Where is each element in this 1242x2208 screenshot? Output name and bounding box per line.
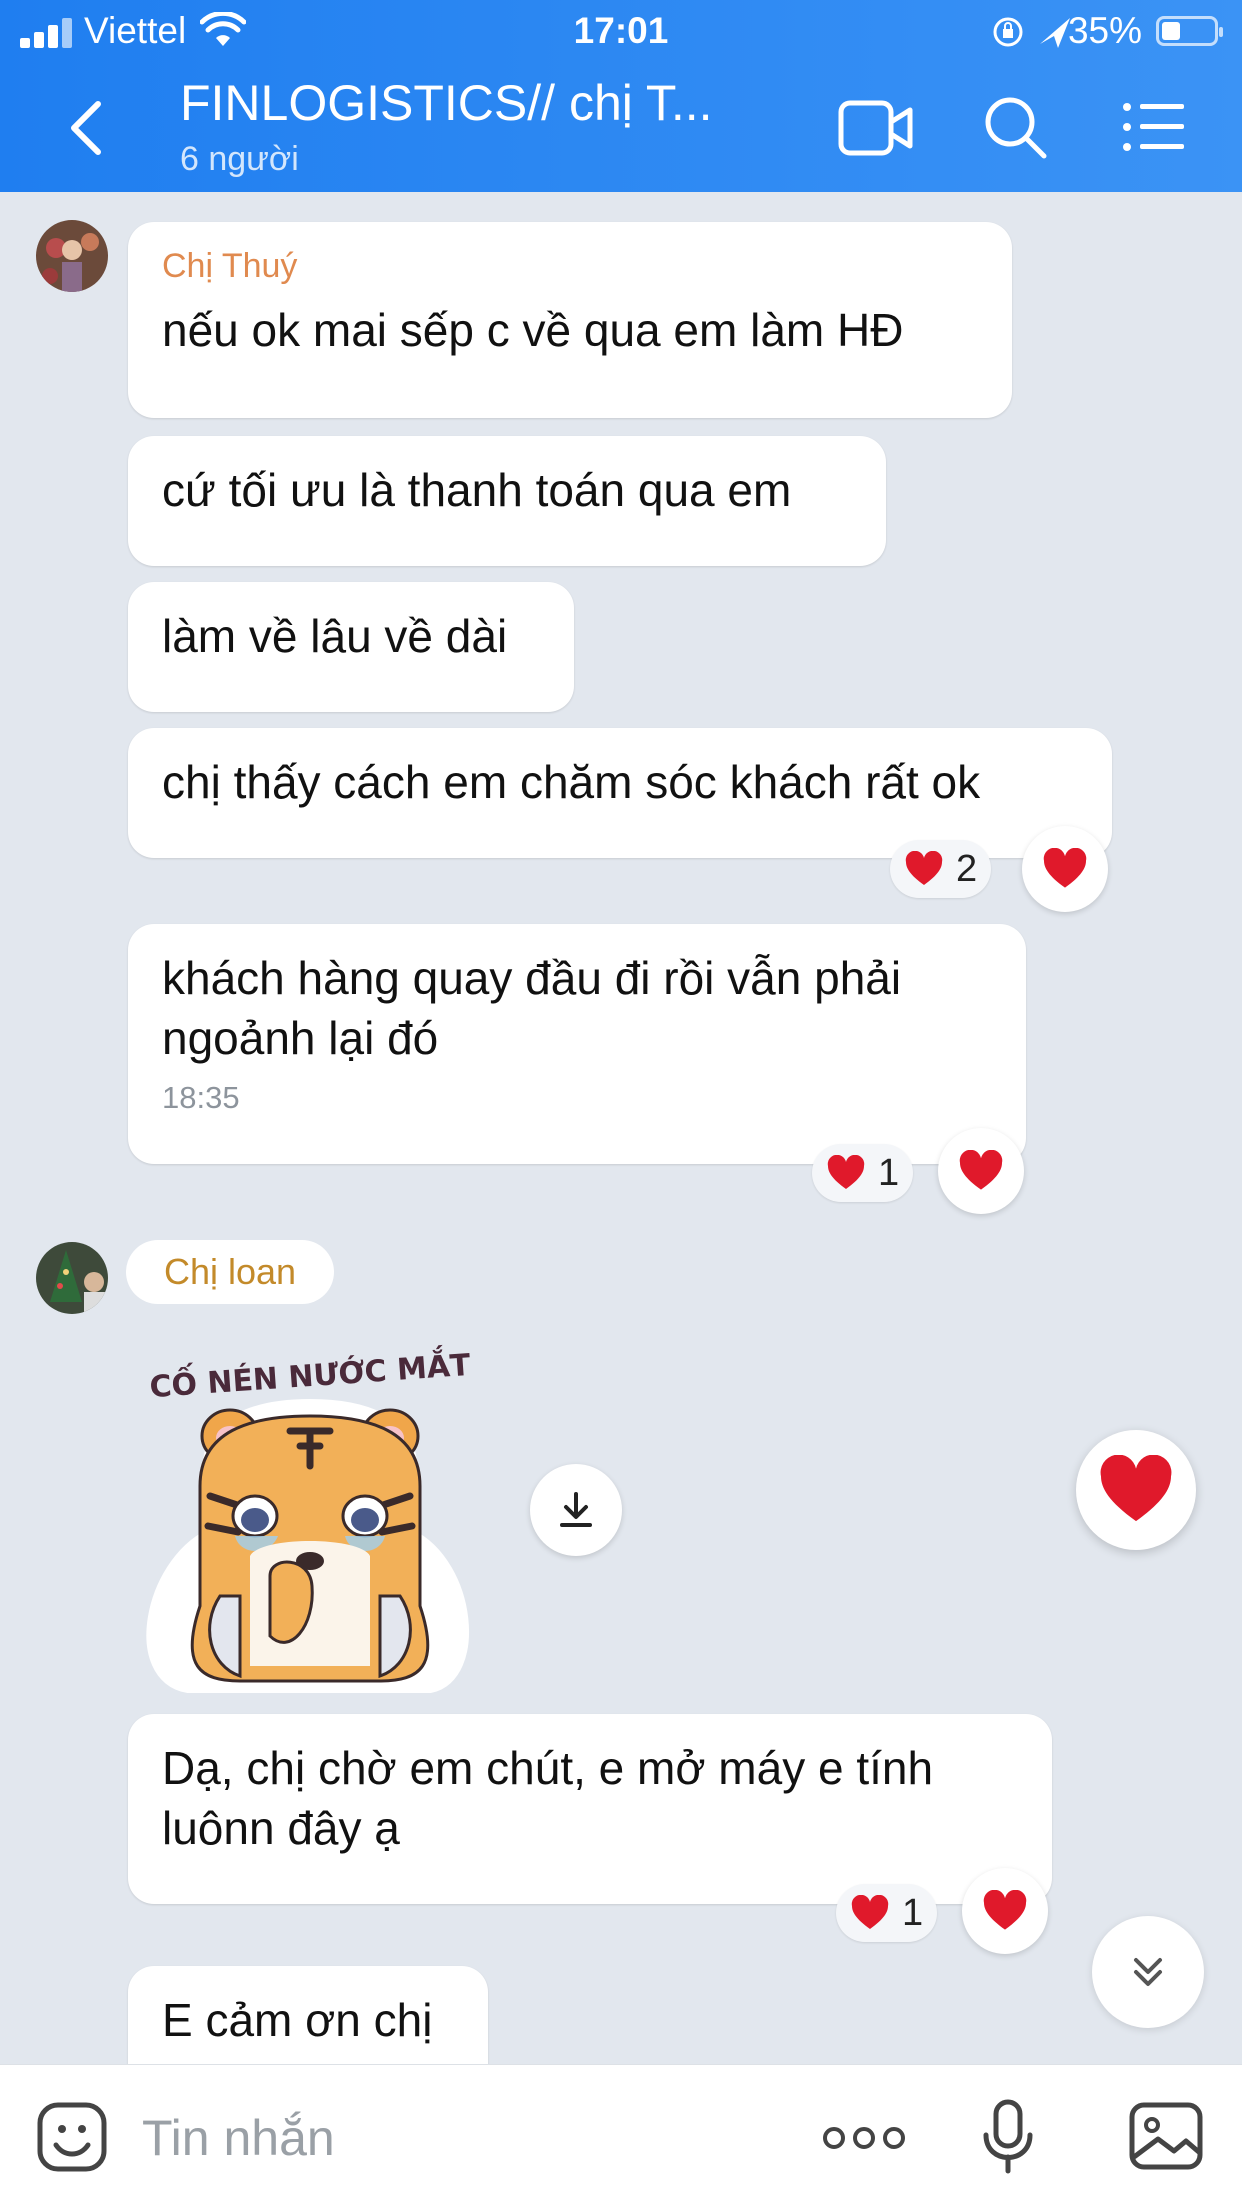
heart-icon <box>1100 1455 1172 1522</box>
sender-name: Chị loan <box>126 1240 335 1304</box>
reaction-count: 1 <box>878 1151 900 1194</box>
message-time: 18:35 <box>162 1080 240 1115</box>
sticker-emoji-icon[interactable] <box>36 2101 108 2173</box>
react-button[interactable] <box>1022 826 1108 912</box>
message-text: làm về lâu về dài <box>162 610 508 662</box>
heart-icon <box>1043 848 1087 888</box>
search-icon[interactable] <box>982 94 1048 160</box>
message-bubble[interactable]: chị thấy cách em chăm sóc khách rất ok <box>128 728 1112 858</box>
message-text: chị thấy cách em chăm sóc khách rất ok <box>162 756 981 808</box>
message-text: Dạ, chị chờ em chút, e mở máy e tính luô… <box>162 1742 934 1854</box>
status-bar: Viettel 17:01 35% <box>0 0 1242 62</box>
heart-icon <box>851 1895 889 1929</box>
react-button[interactable] <box>1076 1430 1196 1550</box>
sticker-caption: CỐ NÉN NƯỚC MẮT <box>148 1342 472 1405</box>
microphone-icon[interactable] <box>980 2099 1036 2175</box>
react-button[interactable] <box>962 1868 1048 1954</box>
avatar[interactable] <box>36 1242 108 1314</box>
message-text: cứ tối ưu là thanh toán qua em <box>162 464 792 516</box>
menu-icon[interactable] <box>1122 102 1184 152</box>
chat-header: Viettel 17:01 35% FINLOGISTICS// chị T..… <box>0 0 1242 192</box>
member-count[interactable]: 6 người <box>180 140 299 179</box>
sender-name: Chị Thuý <box>162 247 298 285</box>
message-composer: Tin nhắn <box>0 2064 1242 2208</box>
react-button[interactable] <box>938 1128 1024 1214</box>
reaction-summary[interactable]: 2 <box>890 840 992 898</box>
back-icon[interactable] <box>66 100 106 156</box>
message-bubble[interactable]: Chị Thuý nếu ok mai sếp c về qua em làm … <box>128 222 1012 418</box>
message-bubble[interactable]: làm về lâu về dài <box>128 582 574 712</box>
message-text: nếu ok mai sếp c về qua em làm HĐ <box>162 304 904 356</box>
reaction-count: 1 <box>902 1891 924 1934</box>
download-icon <box>560 1492 592 1527</box>
heart-icon <box>827 1155 865 1189</box>
message-bubble[interactable]: cứ tối ưu là thanh toán qua em <box>128 436 886 566</box>
battery-percent: 35% <box>1067 10 1142 51</box>
image-gallery-icon[interactable] <box>1128 2101 1204 2171</box>
chat-title[interactable]: FINLOGISTICS// chị T... <box>180 74 713 132</box>
video-call-icon[interactable] <box>838 98 914 158</box>
message-bubble[interactable]: khách hàng quay đầu đi rồi vẫn phải ngoả… <box>128 924 1026 1164</box>
reaction-summary[interactable]: 1 <box>812 1144 914 1202</box>
battery-icon <box>1156 16 1223 46</box>
message-bubble[interactable]: Dạ, chị chờ em chút, e mở máy e tính luô… <box>128 1714 1052 1904</box>
heart-icon <box>905 851 943 885</box>
message-input[interactable]: Tin nhắn <box>142 2109 335 2167</box>
reaction-summary[interactable]: 1 <box>836 1884 938 1942</box>
sticker[interactable]: CỐ NÉN NƯỚC MẮT <box>140 1336 480 1696</box>
download-button[interactable] <box>530 1464 622 1556</box>
heart-icon <box>959 1150 1003 1190</box>
more-options-icon[interactable] <box>822 2123 906 2153</box>
heart-icon <box>983 1890 1027 1930</box>
message-text: E cảm ơn chị <box>162 1994 433 2046</box>
message-text: khách hàng quay đầu đi rồi vẫn phải ngoả… <box>162 952 902 1064</box>
scroll-to-bottom-button[interactable] <box>1092 1916 1204 2028</box>
double-chevron-down-icon <box>1134 1958 1162 1986</box>
reaction-count: 2 <box>956 847 978 890</box>
avatar[interactable] <box>36 220 108 292</box>
